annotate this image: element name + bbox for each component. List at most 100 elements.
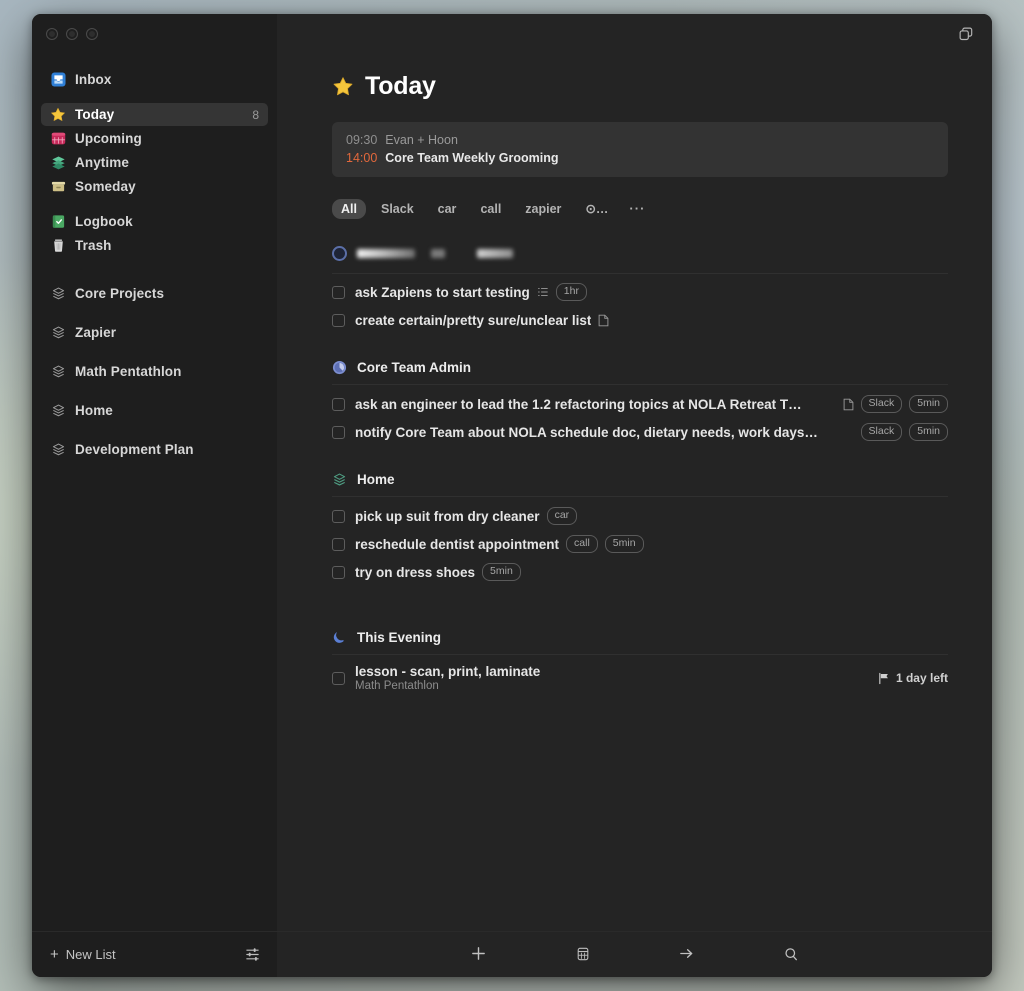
close-button[interactable] <box>46 28 58 40</box>
task-checkbox[interactable] <box>332 671 345 685</box>
task-content: create certain/pretty sure/unclear list <box>355 313 948 328</box>
task-title: ask an engineer to lead the 1.2 refactor… <box>355 396 802 412</box>
note-icon <box>843 398 854 411</box>
tag-filter-car[interactable]: car <box>429 199 466 219</box>
checklist-icon <box>537 286 549 298</box>
event-time: 09:30 <box>346 133 378 147</box>
sidebar-footer: + New List <box>32 931 277 977</box>
when-calendar-button[interactable] <box>570 942 596 966</box>
redacted-group-header[interactable] <box>332 246 948 275</box>
app-window: Inbox Today 8 Upcoming Anytime Someday L… <box>32 14 992 977</box>
task-tag[interactable]: Slack <box>860 395 903 414</box>
task-row[interactable]: lesson - scan, print, laminate Math Pent… <box>332 660 948 696</box>
task-tag[interactable]: car <box>546 507 578 526</box>
tag-filter-bar: All Slack car call zapier ⊙… ··· <box>332 198 948 219</box>
project-hex-icon <box>50 363 66 379</box>
event-title: Evan + Hoon <box>385 133 458 147</box>
task-checkbox[interactable] <box>332 565 345 579</box>
sidebar-settings-button[interactable] <box>244 946 261 963</box>
task-tag[interactable]: 5min <box>909 423 948 442</box>
sliders-icon <box>244 946 261 963</box>
flag-icon <box>878 672 890 685</box>
group-header-home[interactable]: Home <box>332 446 948 498</box>
task-checkbox[interactable] <box>332 425 345 439</box>
minimize-button[interactable] <box>66 28 78 40</box>
deadline-badge[interactable]: 1 day left <box>878 671 948 685</box>
tag-filter-more-button[interactable]: ··· <box>623 198 651 219</box>
task-row[interactable]: try on dress shoes 5min <box>332 558 948 586</box>
calendar-events-card[interactable]: 09:30 Evan + Hoon 14:00 Core Team Weekly… <box>332 122 948 178</box>
new-todo-button[interactable] <box>466 942 492 966</box>
sidebar-item-zapier[interactable]: Zapier <box>41 319 268 345</box>
task-tag[interactable]: 5min <box>909 395 948 414</box>
task-row[interactable]: reschedule dentist appointment call 5min <box>332 530 948 558</box>
tag-filter-call[interactable]: call <box>471 199 510 219</box>
sidebar-item-someday[interactable]: Someday <box>41 175 268 198</box>
sidebar-item-trash[interactable]: Trash <box>41 234 268 257</box>
page-header: Today <box>332 72 948 101</box>
windows-duplicate-icon[interactable] <box>958 26 974 42</box>
tag-filter-slack[interactable]: Slack <box>372 199 423 219</box>
search-button[interactable] <box>778 942 804 966</box>
sidebar-item-anytime[interactable]: Anytime <box>41 151 268 174</box>
group-header-core-team-admin[interactable]: Core Team Admin <box>332 334 948 386</box>
task-checkbox[interactable] <box>332 537 345 551</box>
calendar-event[interactable]: 09:30 Evan + Hoon <box>346 131 934 149</box>
sidebar-item-count: 8 <box>252 107 259 122</box>
group-header-this-evening[interactable]: This Evening <box>332 586 948 656</box>
sidebar-item-development-plan[interactable]: Development Plan <box>41 436 268 462</box>
task-row[interactable]: create certain/pretty sure/unclear list <box>332 306 948 334</box>
star-icon <box>332 76 354 98</box>
task-checkbox[interactable] <box>332 397 345 411</box>
tag-filter-all[interactable]: All <box>332 198 366 219</box>
sidebar-item-math-pentathlon[interactable]: Math Pentathlon <box>41 358 268 384</box>
task-checkbox[interactable] <box>332 285 345 299</box>
project-hex-icon <box>50 402 66 418</box>
new-list-button[interactable]: + New List <box>50 947 116 962</box>
task-content: pick up suit from dry cleaner car <box>355 507 948 526</box>
zoom-button[interactable] <box>86 28 98 40</box>
move-arrow-button[interactable] <box>674 942 700 966</box>
task-tag[interactable]: call <box>566 535 598 554</box>
sidebar-item-label: Zapier <box>75 324 117 340</box>
task-row[interactable]: ask an engineer to lead the 1.2 refactor… <box>332 390 948 418</box>
sidebar-item-label: Trash <box>75 238 112 253</box>
sidebar-item-label: Math Pentathlon <box>75 363 182 379</box>
task-content: reschedule dentist appointment call 5min <box>355 535 948 554</box>
task-checkbox[interactable] <box>332 313 345 327</box>
task-checkbox[interactable] <box>332 509 345 523</box>
group-title: This Evening <box>357 630 442 646</box>
sidebar-item-today[interactable]: Today 8 <box>41 103 268 126</box>
project-hex-icon <box>50 441 66 457</box>
task-tag[interactable]: 5min <box>604 535 644 554</box>
trash-icon <box>50 238 66 254</box>
task-tag[interactable]: 5min <box>482 563 521 582</box>
calendar-event[interactable]: 14:00 Core Team Weekly Grooming <box>346 149 934 167</box>
sidebar-item-label: Home <box>75 402 113 418</box>
task-row[interactable]: ask Zapiens to start testing 1hr <box>332 278 948 306</box>
tag-filter-zapier[interactable]: zapier <box>516 199 570 219</box>
task-row[interactable]: pick up suit from dry cleaner car <box>332 502 948 530</box>
sidebar-item-upcoming[interactable]: Upcoming <box>41 127 268 150</box>
project-hex-icon <box>50 285 66 301</box>
task-title: lesson - scan, print, laminate <box>355 664 541 680</box>
sidebar-item-label: Inbox <box>75 72 112 87</box>
new-list-label: New List <box>65 947 116 962</box>
task-content: lesson - scan, print, laminate Math Pent… <box>355 664 540 692</box>
sidebar-item-home[interactable]: Home <box>41 397 268 423</box>
task-title: create certain/pretty sure/unclear list <box>355 312 592 328</box>
sidebar-item-logbook[interactable]: Logbook <box>41 210 268 233</box>
task-tag[interactable]: Slack <box>860 423 903 442</box>
task-content: try on dress shoes 5min <box>355 563 948 582</box>
sidebar-item-label: Logbook <box>75 214 133 229</box>
sidebar-item-core-projects[interactable]: Core Projects <box>41 280 268 306</box>
tag-filter-overflow[interactable]: ⊙… <box>576 198 617 219</box>
task-project-label: Math Pentathlon <box>355 680 439 693</box>
task-title: try on dress shoes <box>355 564 476 580</box>
project-hex-icon <box>50 324 66 340</box>
task-tag[interactable]: 1hr <box>555 283 587 302</box>
task-row[interactable]: notify Core Team about NOLA schedule doc… <box>332 418 948 446</box>
sidebar-item-label: Anytime <box>75 155 129 170</box>
calendar-icon <box>50 131 66 147</box>
sidebar-item-inbox[interactable]: Inbox <box>41 68 268 91</box>
